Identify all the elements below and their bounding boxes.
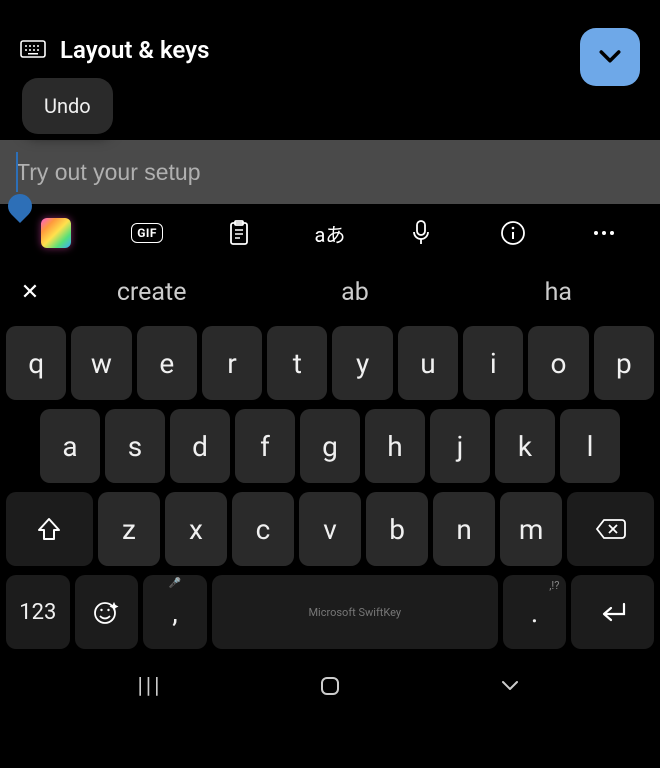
key-row-4: 123 , 🎤 Microsoft SwiftKey . ,!? (4, 575, 656, 649)
copilot-icon (41, 218, 71, 248)
suggestion-bar: ✕ create ab ha (0, 262, 660, 322)
android-navbar: ||| (0, 660, 660, 712)
key-b[interactable]: b (366, 492, 428, 566)
key-emoji[interactable] (75, 575, 139, 649)
key-period[interactable]: . ,!? (503, 575, 567, 649)
try-setup-input[interactable] (0, 140, 660, 204)
emoji-icon (92, 598, 120, 626)
key-a[interactable]: a (40, 409, 100, 483)
suggestion-2[interactable]: ab (253, 278, 456, 307)
translate-button[interactable]: aあ (284, 204, 375, 262)
chevron-down-icon (498, 674, 522, 698)
key-f[interactable]: f (235, 409, 295, 483)
period-label: . (531, 596, 538, 629)
home-icon (318, 674, 342, 698)
undo-context-menu[interactable]: Undo (22, 78, 113, 134)
collapse-button[interactable] (580, 28, 640, 86)
info-icon (500, 220, 526, 246)
key-l[interactable]: l (560, 409, 620, 483)
key-x[interactable]: x (165, 492, 227, 566)
chevron-down-icon (595, 42, 625, 72)
key-i[interactable]: i (463, 326, 523, 400)
keyboard: q w e r t y u i o p a s d f g h j k l z (0, 322, 660, 660)
key-row-1: q w e r t y u i o p (4, 326, 656, 400)
key-q[interactable]: q (6, 326, 66, 400)
microphone-icon (411, 220, 431, 246)
key-backspace[interactable] (567, 492, 654, 566)
key-j[interactable]: j (430, 409, 490, 483)
more-horizontal-icon (592, 230, 616, 236)
nav-home[interactable] (310, 666, 350, 706)
clipboard-icon (228, 220, 250, 246)
text-cursor (16, 152, 18, 192)
gif-button[interactable]: GIF (101, 204, 192, 262)
key-shift[interactable] (6, 492, 93, 566)
comma-label: , (172, 596, 178, 629)
key-n[interactable]: n (433, 492, 495, 566)
keyboard-toolbar: GIF aあ (0, 204, 660, 262)
translate-icon: aあ (315, 219, 346, 248)
key-m[interactable]: m (500, 492, 562, 566)
close-suggestions-button[interactable]: ✕ (10, 280, 50, 305)
key-w[interactable]: w (71, 326, 131, 400)
key-e[interactable]: e (137, 326, 197, 400)
nav-recents[interactable]: ||| (130, 666, 170, 706)
key-v[interactable]: v (299, 492, 361, 566)
key-comma[interactable]: , 🎤 (143, 575, 207, 649)
key-t[interactable]: t (267, 326, 327, 400)
key-y[interactable]: y (332, 326, 392, 400)
key-enter[interactable] (571, 575, 654, 649)
key-u[interactable]: u (398, 326, 458, 400)
shift-icon (35, 515, 63, 543)
backspace-icon (595, 517, 627, 541)
key-row-2: a s d f g h j k l (4, 409, 656, 483)
key-space[interactable]: Microsoft SwiftKey (212, 575, 498, 649)
suggestion-1[interactable]: create (50, 278, 253, 307)
key-c[interactable]: c (232, 492, 294, 566)
key-p[interactable]: p (594, 326, 654, 400)
key-d[interactable]: d (170, 409, 230, 483)
gif-icon: GIF (131, 223, 163, 243)
enter-icon (598, 600, 628, 624)
page-title: Layout & keys (60, 36, 209, 64)
recents-icon: ||| (137, 674, 162, 699)
clipboard-button[interactable] (193, 204, 284, 262)
period-mini-label: ,!? (549, 579, 559, 592)
key-o[interactable]: o (528, 326, 588, 400)
key-row-3: z x c v b n m (4, 492, 656, 566)
voice-button[interactable] (376, 204, 467, 262)
test-field-container (0, 140, 660, 204)
key-h[interactable]: h (365, 409, 425, 483)
comma-mini-icon: 🎤 (169, 578, 181, 589)
info-button[interactable] (467, 204, 558, 262)
more-button[interactable] (559, 204, 650, 262)
key-numeric[interactable]: 123 (6, 575, 70, 649)
key-s[interactable]: s (105, 409, 165, 483)
key-r[interactable]: r (202, 326, 262, 400)
nav-back[interactable] (490, 666, 530, 706)
key-z[interactable]: z (98, 492, 160, 566)
key-k[interactable]: k (495, 409, 555, 483)
keyboard-icon (20, 40, 46, 60)
suggestion-3[interactable]: ha (457, 278, 660, 307)
key-g[interactable]: g (300, 409, 360, 483)
